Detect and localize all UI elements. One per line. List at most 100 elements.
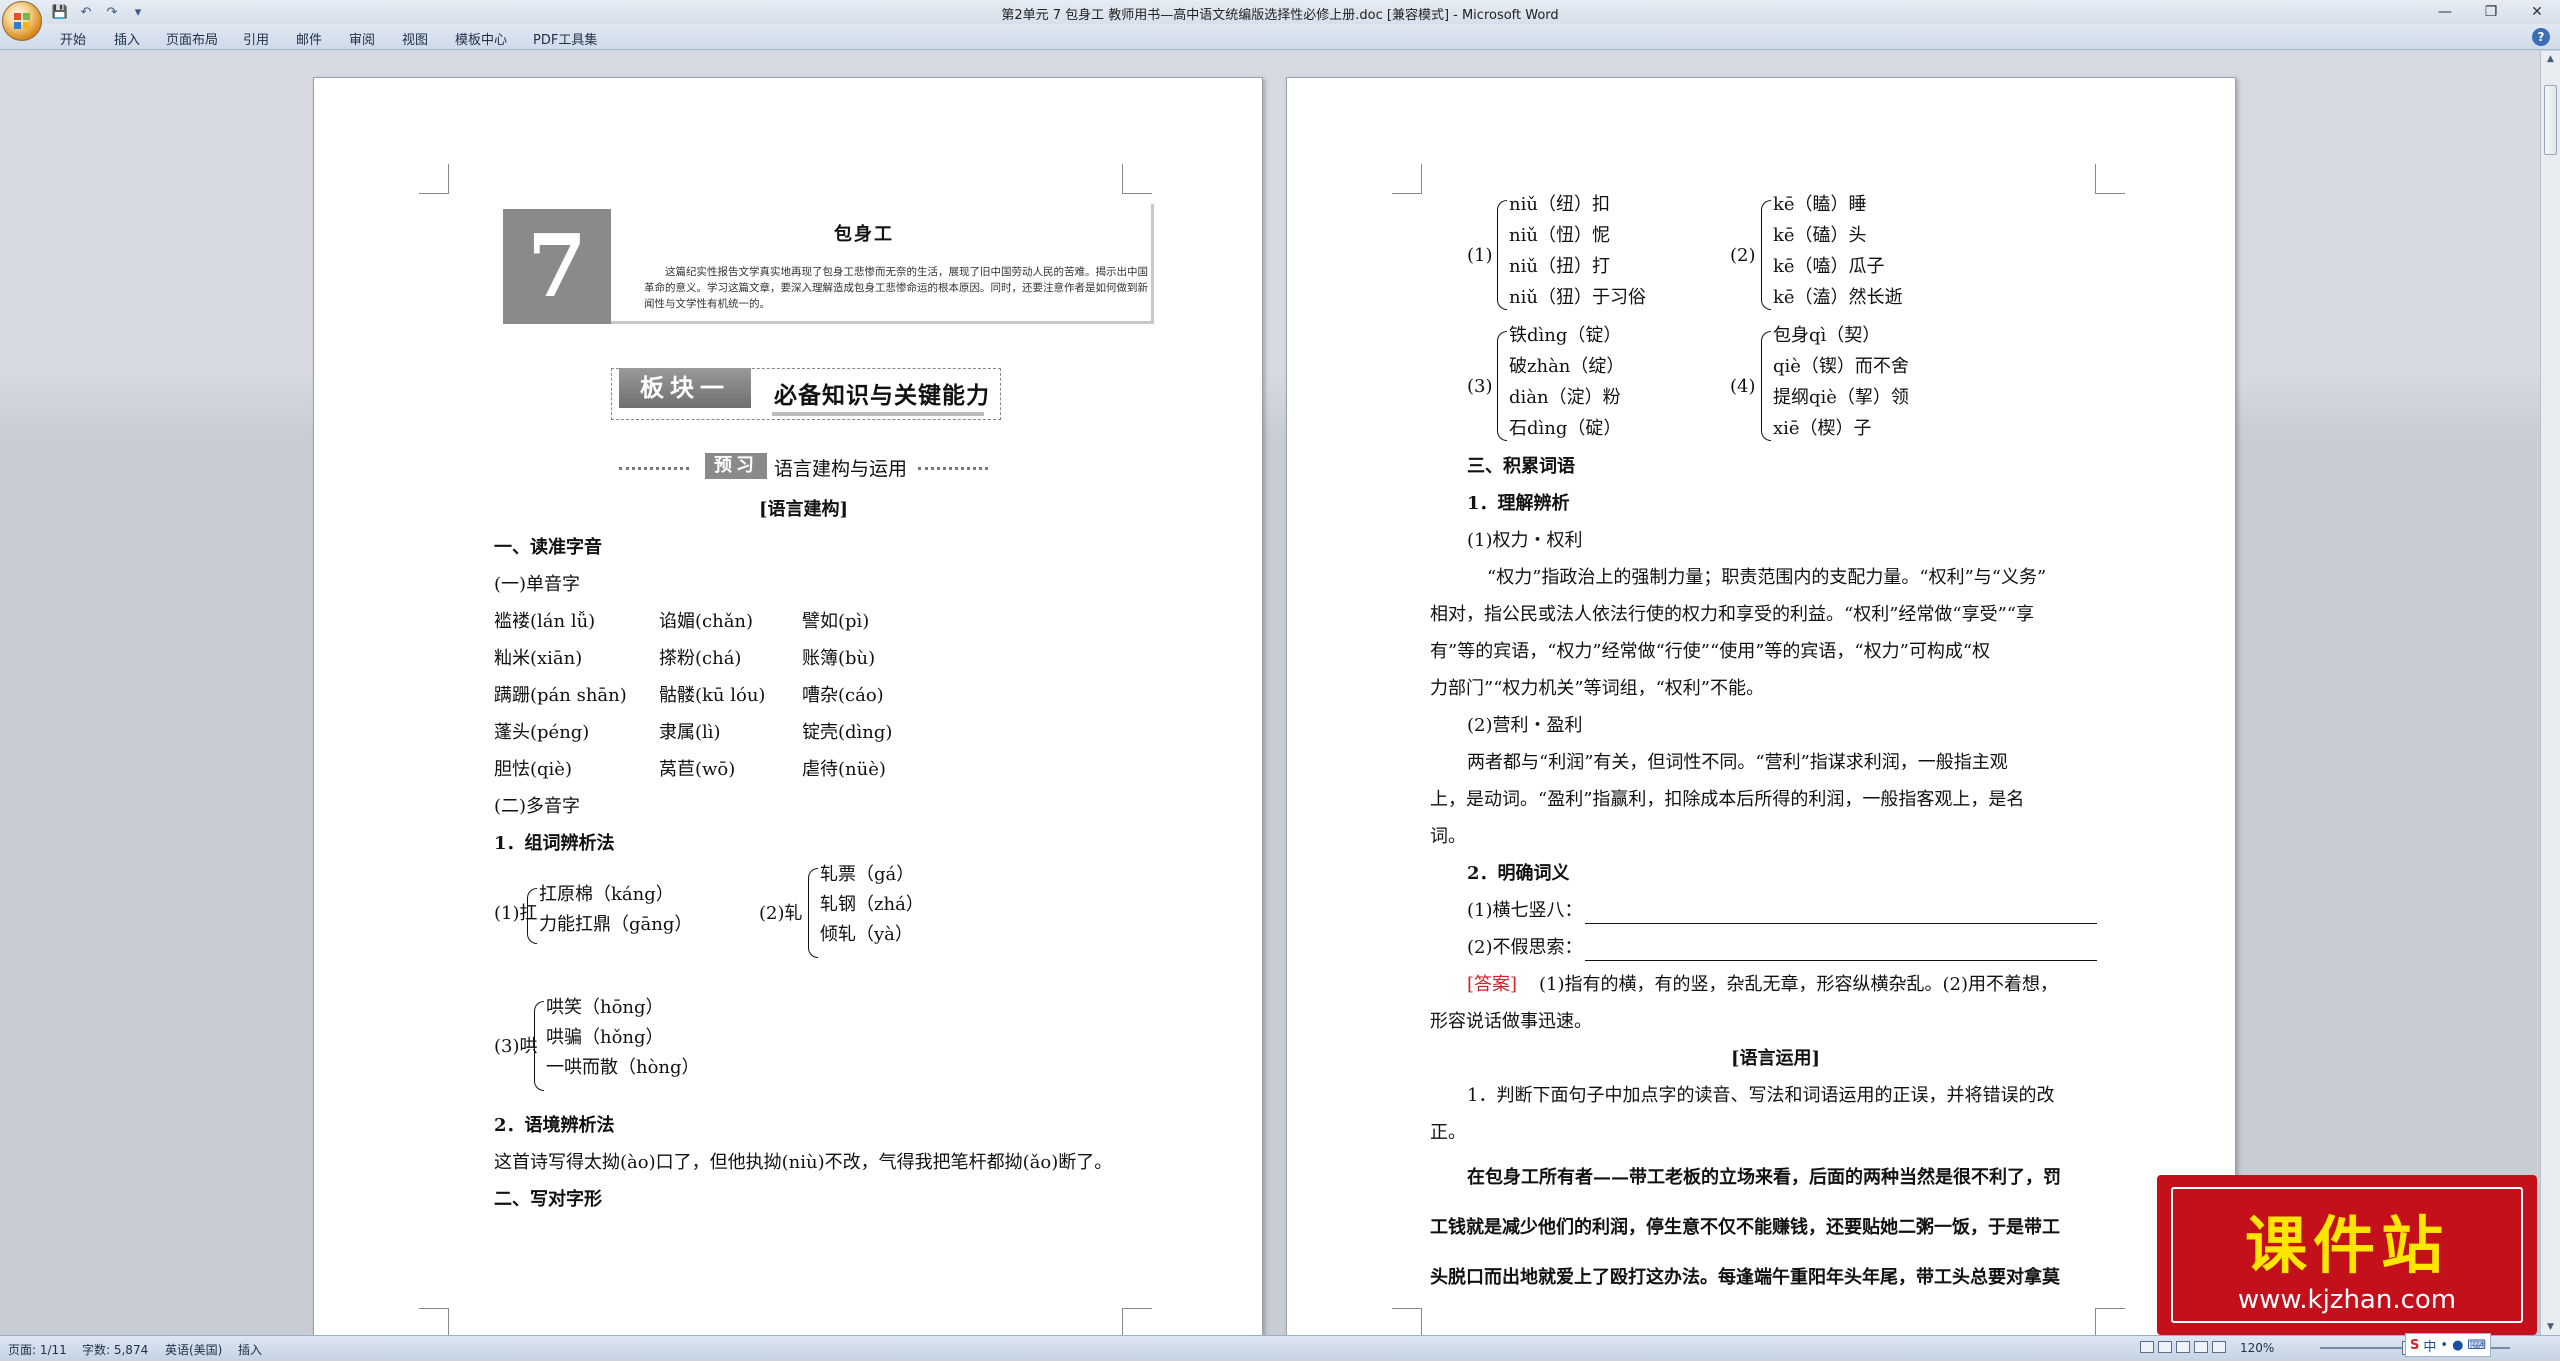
glyph-group-label: (1) bbox=[1467, 245, 1493, 267]
save-icon[interactable]: 💾 bbox=[52, 4, 68, 20]
print-layout-icon[interactable] bbox=[2140, 1341, 2154, 1353]
scroll-up-icon[interactable]: ▲ bbox=[2541, 51, 2560, 67]
web-layout-icon[interactable] bbox=[2176, 1341, 2190, 1353]
ime-keyboard-icon[interactable]: ⌨ bbox=[2467, 1338, 2486, 1353]
status-word-count[interactable]: 字数: 5,874 bbox=[82, 1341, 148, 1358]
paragraph-line: 词。 bbox=[1430, 826, 1466, 848]
watermark-frame: 课件站 www.kjzhan.com bbox=[2171, 1187, 2523, 1323]
ribbon-tabs: 开始 插入 页面布局 引用 邮件 审阅 视图 模板中心 PDF工具集 ? bbox=[0, 24, 2560, 50]
tab-insert[interactable]: 插入 bbox=[114, 29, 140, 48]
poly-item: 轧钢（zhá） bbox=[820, 894, 924, 916]
single-char-item: 褴褛(lán lǚ) bbox=[494, 611, 595, 633]
brace bbox=[1497, 200, 1507, 310]
glyph-item: kē（嗑）瓜子 bbox=[1773, 256, 1885, 278]
crop-mark bbox=[419, 164, 449, 194]
glyph-item: 铁dìng（锭） bbox=[1509, 325, 1621, 347]
glyph-item: 破zhàn（绽） bbox=[1509, 356, 1624, 378]
qat-dropdown-icon[interactable]: ▾ bbox=[130, 4, 146, 20]
brace bbox=[527, 888, 537, 944]
single-char-item: 莴苣(wō) bbox=[659, 759, 735, 781]
minimize-button[interactable]: — bbox=[2422, 0, 2468, 24]
preview-tag: 预习 bbox=[705, 453, 767, 479]
answer-blank[interactable] bbox=[1585, 960, 2097, 961]
glyph-item: niǔ（忸）怩 bbox=[1509, 225, 1610, 247]
undo-icon[interactable]: ↶ bbox=[78, 4, 94, 20]
answer-text: (1)指有的横，有的竖，杂乱无章，形容纵横杂乱。(2)用不着想， bbox=[1539, 974, 2058, 996]
tab-page-layout[interactable]: 页面布局 bbox=[166, 29, 218, 48]
ime-logo[interactable]: S bbox=[2410, 1338, 2419, 1353]
document-page-2[interactable]: (1) niǔ（纽）扣 niǔ（忸）怩 niǔ（扭）打 niǔ（狃）于习俗 (2… bbox=[1286, 77, 2236, 1337]
poly-item: 力能扛鼎（gāng） bbox=[539, 914, 692, 936]
watermark-logo: 课件站 www.kjzhan.com bbox=[2157, 1175, 2537, 1335]
tab-pdf-tools[interactable]: PDF工具集 bbox=[533, 29, 597, 48]
single-char-item: 隶属(lì) bbox=[659, 722, 721, 744]
restore-button[interactable]: ❐ bbox=[2468, 0, 2514, 24]
question-1: (1)横七竖八： bbox=[1467, 900, 1583, 922]
ime-mic-icon[interactable]: ● bbox=[2452, 1338, 2463, 1353]
glyph-item: niǔ（狃）于习俗 bbox=[1509, 287, 1646, 309]
brace bbox=[808, 868, 818, 958]
poly-item: 哄笑（hōng） bbox=[546, 997, 664, 1019]
brace bbox=[534, 1001, 544, 1091]
title-bar: 第2单元 7 包身工 教师用书—高中语文统编版选择性必修上册.doc [兼容模式… bbox=[0, 0, 2560, 24]
method-group-words: 1．组词辨析法 bbox=[494, 833, 615, 855]
glyph-item: 包身qì（契） bbox=[1773, 325, 1880, 347]
crop-mark bbox=[2095, 1308, 2125, 1337]
glyph-item: niǔ（扭）打 bbox=[1509, 256, 1610, 278]
crop-mark bbox=[1122, 1308, 1152, 1337]
poly-item: 一哄而散（hòng） bbox=[546, 1057, 700, 1079]
scroll-down-icon[interactable]: ▼ bbox=[2541, 1319, 2560, 1335]
single-char-item: 搽粉(chá) bbox=[659, 648, 741, 670]
glyph-group-label: (4) bbox=[1730, 376, 1756, 398]
context-sentence: 这首诗写得太拗(ào)口了，但他执拗(niù)不改，气得我把笔杆都拗(ǎo)断了… bbox=[494, 1152, 1112, 1174]
block-title-underline bbox=[772, 412, 984, 416]
ime-toolbar[interactable]: S 中 • ● ⌨ bbox=[2405, 1333, 2491, 1357]
vertical-scrollbar[interactable]: ▲ ▼ bbox=[2540, 51, 2560, 1335]
office-button[interactable] bbox=[2, 1, 42, 41]
tab-review[interactable]: 审阅 bbox=[349, 29, 375, 48]
glyph-item: 石dìng（碇） bbox=[1509, 418, 1621, 440]
status-page[interactable]: 页面: 1/11 bbox=[8, 1341, 67, 1358]
exercise-passage: 在包身工所有者——带工老板的立场来看，后面的两种当然是很不利了，罚 bbox=[1467, 1167, 2061, 1189]
single-char-item: 胆怯(qiè) bbox=[494, 759, 572, 781]
block-label: 板块一 bbox=[619, 368, 751, 408]
zoom-level[interactable]: 120% bbox=[2240, 1341, 2274, 1355]
word-pair-title: (1)权力・权利 bbox=[1467, 530, 1583, 552]
block-title: 必备知识与关键能力 bbox=[774, 376, 990, 410]
preview-title: 语言建构与运用 bbox=[774, 454, 907, 481]
tab-template-center[interactable]: 模板中心 bbox=[455, 29, 507, 48]
exercise-passage: 工钱就是减少他们的利润，停生意不仅不能赚钱，还要贴她二粥一饭，于是带工 bbox=[1430, 1217, 2060, 1239]
redo-icon[interactable]: ↷ bbox=[104, 4, 120, 20]
office-logo-icon bbox=[12, 11, 32, 31]
paragraph-line: 相对，指公民或法人依法行使的权力和享受的利益。“权利”经常做“享受”“享 bbox=[1430, 604, 2034, 626]
close-button[interactable]: ✕ bbox=[2514, 0, 2560, 24]
tab-references[interactable]: 引用 bbox=[243, 29, 269, 48]
window-controls: — ❐ ✕ bbox=[2422, 0, 2560, 24]
draft-icon[interactable] bbox=[2212, 1341, 2226, 1353]
answer-text: 形容说话做事迅速。 bbox=[1430, 1011, 1592, 1033]
crop-mark bbox=[1122, 164, 1152, 194]
question-2: (2)不假思索： bbox=[1467, 937, 1583, 959]
lesson-number: 7 bbox=[503, 209, 611, 324]
tab-home[interactable]: 开始 bbox=[60, 29, 86, 48]
status-language[interactable]: 英语(美国) bbox=[165, 1341, 222, 1358]
full-screen-icon[interactable] bbox=[2158, 1341, 2172, 1353]
single-char-item: 蓬头(péng) bbox=[494, 722, 589, 744]
document-page-1[interactable]: 7 包身工 这篇纪实性报告文学真实地再现了包身工悲惨而无奈的生活，展现了旧中国劳… bbox=[313, 77, 1263, 1337]
tab-view[interactable]: 视图 bbox=[402, 29, 428, 48]
window-title: 第2单元 7 包身工 教师用书—高中语文统编版选择性必修上册.doc [兼容模式… bbox=[0, 4, 2560, 23]
poly-item: 轧票（gá） bbox=[820, 864, 914, 886]
outline-icon[interactable] bbox=[2194, 1341, 2208, 1353]
help-icon[interactable]: ? bbox=[2532, 28, 2550, 46]
lesson-title: 包身工 bbox=[834, 220, 894, 246]
status-insert-mode[interactable]: 插入 bbox=[238, 1341, 262, 1358]
answer-blank[interactable] bbox=[1585, 923, 2097, 924]
single-char-item: 蹒跚(pán shān) bbox=[494, 685, 627, 707]
ime-language[interactable]: 中 bbox=[2423, 1336, 2436, 1355]
watermark-title: 课件站 bbox=[2173, 1195, 2521, 1285]
tab-mailings[interactable]: 邮件 bbox=[296, 29, 322, 48]
single-char-item: 嘈杂(cáo) bbox=[802, 685, 884, 707]
ime-punct-icon[interactable]: • bbox=[2440, 1338, 2448, 1353]
exercise-prompt: 正。 bbox=[1430, 1122, 1466, 1144]
scroll-thumb[interactable] bbox=[2544, 85, 2557, 155]
